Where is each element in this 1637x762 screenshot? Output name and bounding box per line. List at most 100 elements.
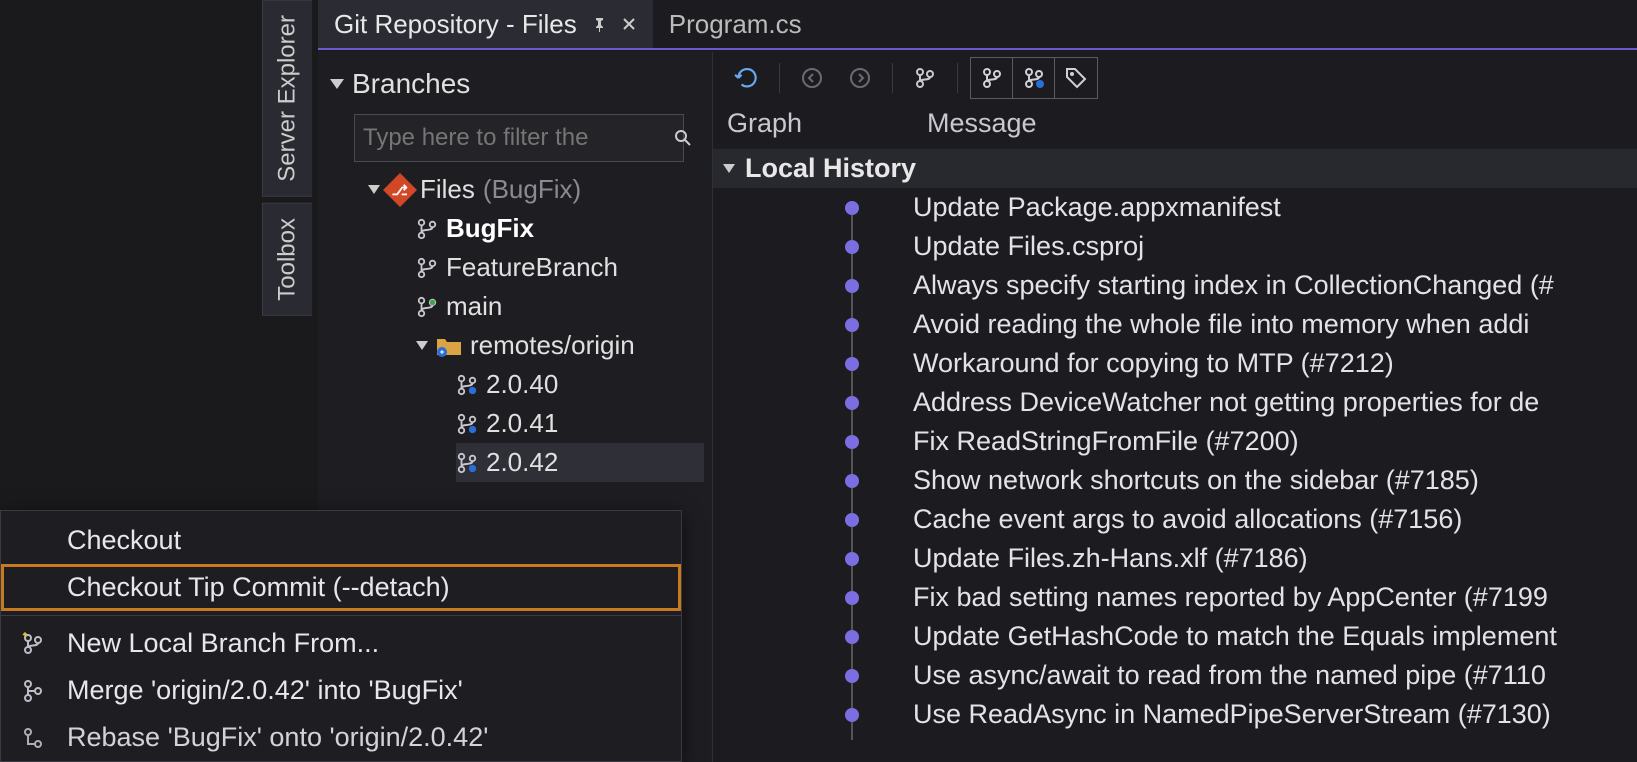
- graph-node: [727, 552, 913, 566]
- branches-header[interactable]: Branches: [326, 62, 704, 106]
- commit-message: Cache event args to avoid allocations (#…: [913, 504, 1637, 535]
- view-mode-group: [970, 57, 1098, 99]
- branch-filter-input[interactable]: [363, 124, 673, 152]
- menu-label: Checkout: [67, 525, 181, 556]
- branch-label: BugFix: [446, 213, 534, 244]
- commit-message: Update Files.csproj: [913, 231, 1637, 262]
- menu-label: Merge 'origin/2.0.42' into 'BugFix': [67, 675, 463, 706]
- menu-checkout-detach[interactable]: Checkout Tip Commit (--detach): [1, 564, 681, 611]
- graph-node: [727, 240, 913, 254]
- column-header-message[interactable]: Message: [927, 108, 1037, 139]
- commit-message: Update Package.appxmanifest: [913, 192, 1637, 223]
- collapse-icon: [330, 79, 344, 89]
- branch-context-menu: Checkout Checkout Tip Commit (--detach) …: [0, 510, 682, 762]
- repo-current-branch: (BugFix): [483, 174, 581, 205]
- commit-message: Update Files.zh-Hans.xlf (#7186): [913, 543, 1637, 574]
- commit-message: Workaround for copying to MTP (#7212): [913, 348, 1637, 379]
- remote-branch-icon: [456, 413, 478, 435]
- menu-checkout[interactable]: Checkout: [1, 517, 681, 564]
- commit-row[interactable]: Use ReadAsync in NamedPipeServerStream (…: [713, 695, 1637, 734]
- remote-branch-icon: [456, 374, 478, 396]
- new-branch-icon: [13, 632, 53, 656]
- commit-message: Address DeviceWatcher not getting proper…: [913, 387, 1637, 418]
- graph-node: [727, 279, 913, 293]
- remote-branch-2-0-42[interactable]: 2.0.42: [456, 443, 704, 482]
- graph-node: [727, 201, 913, 215]
- history-column-headers: Graph Message: [713, 104, 1637, 149]
- tab-git-repository[interactable]: Git Repository - Files: [318, 0, 653, 48]
- nav-back-button[interactable]: [792, 58, 832, 98]
- graph-node: [727, 630, 913, 644]
- branch-label: FeatureBranch: [446, 252, 618, 283]
- branch-item-bugfix[interactable]: BugFix: [416, 209, 704, 248]
- local-history-header[interactable]: Local History: [713, 149, 1637, 188]
- graph-node: [727, 708, 913, 722]
- branches-label: Branches: [352, 68, 470, 100]
- search-icon[interactable]: [673, 128, 693, 148]
- commit-message: Fix ReadStringFromFile (#7200): [913, 426, 1637, 457]
- remote-branch-2-0-41[interactable]: 2.0.41: [456, 404, 704, 443]
- commit-message: Show network shortcuts on the sidebar (#…: [913, 465, 1637, 496]
- tab-title: Git Repository - Files: [334, 9, 577, 40]
- commit-message: Always specify starting index in Collect…: [913, 270, 1637, 301]
- refresh-button[interactable]: [727, 58, 767, 98]
- commit-list: Update Package.appxmanifest Update Files.…: [713, 188, 1637, 762]
- graph-node: [727, 357, 913, 371]
- collapse-icon: [723, 164, 735, 173]
- menu-label: Checkout Tip Commit (--detach): [67, 572, 450, 603]
- column-header-graph[interactable]: Graph: [727, 108, 927, 139]
- toolbar-separator: [957, 63, 958, 93]
- graph-node: [727, 474, 913, 488]
- menu-label: Rebase 'BugFix' onto 'origin/2.0.42': [67, 722, 488, 753]
- expand-icon: [368, 185, 380, 194]
- history-toolbar: [713, 52, 1637, 104]
- branch-filter[interactable]: [354, 114, 684, 162]
- document-tab-bar: Git Repository - Files Program.cs: [318, 0, 1637, 50]
- toolbar-separator: [892, 63, 893, 93]
- repo-node[interactable]: ⎇ Files (BugFix): [368, 170, 704, 209]
- graph-node: [727, 513, 913, 527]
- tab-program-cs[interactable]: Program.cs: [653, 0, 818, 48]
- menu-new-branch[interactable]: New Local Branch From...: [1, 620, 681, 667]
- view-remote-button[interactable]: [1013, 58, 1055, 98]
- expand-icon: [416, 341, 428, 350]
- menu-merge[interactable]: Merge 'origin/2.0.42' into 'BugFix': [1, 667, 681, 714]
- view-tags-button[interactable]: [1055, 58, 1097, 98]
- graph-node: [727, 318, 913, 332]
- view-full-button[interactable]: [971, 58, 1013, 98]
- merge-icon: [13, 679, 53, 703]
- branch-item-featurebranch[interactable]: FeatureBranch: [416, 248, 704, 287]
- toolbar-separator: [779, 63, 780, 93]
- remote-branch-icon: [456, 452, 478, 474]
- pin-icon[interactable]: [591, 16, 607, 32]
- branch-label: 2.0.40: [486, 369, 558, 400]
- remotes-node[interactable]: remotes/origin: [416, 326, 704, 365]
- branch-icon: [416, 218, 438, 240]
- folder-remote-icon: [436, 335, 462, 357]
- nav-forward-button[interactable]: [840, 58, 880, 98]
- graph-node: [727, 591, 913, 605]
- branch-label: 2.0.42: [486, 447, 558, 478]
- branch-label: 2.0.41: [486, 408, 558, 439]
- graph-node: [727, 396, 913, 410]
- commit-message: Use ReadAsync in NamedPipeServerStream (…: [913, 699, 1637, 730]
- branch-item-main[interactable]: main: [416, 287, 704, 326]
- repo-name: Files: [420, 174, 475, 205]
- branch-icon: [416, 257, 438, 279]
- menu-separator: [1, 615, 681, 616]
- local-history-label: Local History: [745, 153, 916, 184]
- side-tab-server-explorer[interactable]: Server Explorer: [262, 0, 312, 197]
- menu-label: New Local Branch From...: [67, 628, 379, 659]
- commit-message: Avoid reading the whole file into memory…: [913, 309, 1637, 340]
- remote-branch-2-0-40[interactable]: 2.0.40: [456, 365, 704, 404]
- graph-node: [727, 435, 913, 449]
- tab-title: Program.cs: [669, 9, 802, 40]
- close-icon[interactable]: [621, 16, 637, 32]
- side-tab-toolbox[interactable]: Toolbox: [262, 203, 312, 316]
- menu-rebase[interactable]: Rebase 'BugFix' onto 'origin/2.0.42': [1, 714, 681, 761]
- history-panel: Graph Message Local History Update Packa…: [713, 52, 1637, 762]
- commit-message: Use async/await to read from the named p…: [913, 660, 1637, 691]
- branch-label: main: [446, 291, 502, 322]
- repo-icon: ⎇: [383, 173, 417, 207]
- branch-toggle-button[interactable]: [905, 58, 945, 98]
